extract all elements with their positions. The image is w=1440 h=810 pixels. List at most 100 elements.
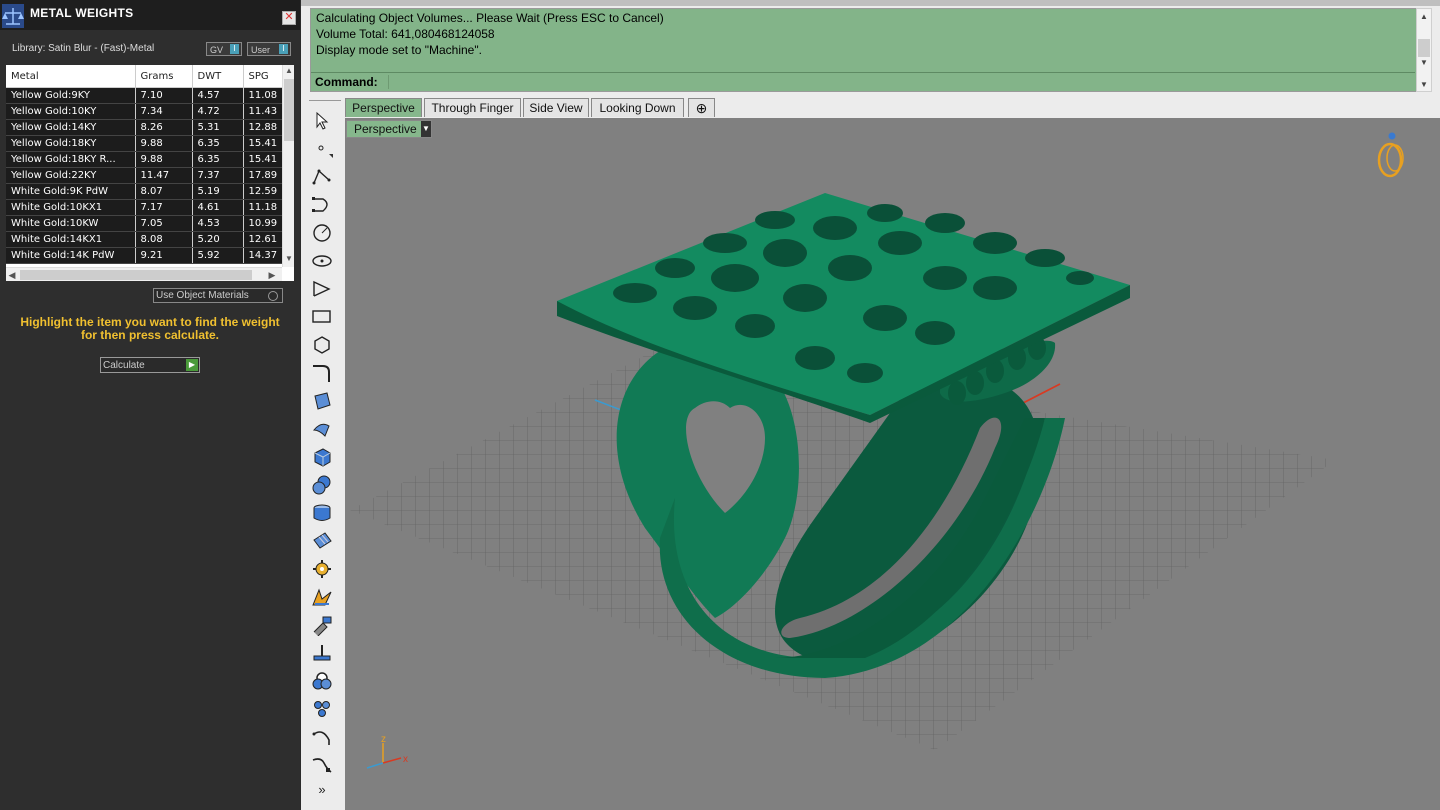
play-icon: ▶ xyxy=(186,359,198,371)
table-row[interactable]: White Gold:10KX1 7.17 4.61 11.18 xyxy=(6,199,283,216)
plus-icon[interactable]: ⊕ xyxy=(688,98,715,117)
scroll-up-icon[interactable]: ▲ xyxy=(283,65,294,77)
column-header-grams[interactable]: Grams xyxy=(135,65,193,88)
scroll-thumb[interactable] xyxy=(284,79,294,141)
cell-metal: Yellow Gold:18KY R... xyxy=(6,151,136,168)
table-row[interactable]: White Gold:14K PdW 9.21 5.92 14.37 xyxy=(6,247,283,264)
cell-grams: 7.05 xyxy=(135,215,193,232)
array-icon[interactable] xyxy=(311,698,333,720)
extrude-icon[interactable] xyxy=(311,418,333,440)
ellipse-icon[interactable] xyxy=(311,250,333,272)
column-header-metal[interactable]: Metal xyxy=(6,65,136,88)
polygon-icon[interactable] xyxy=(311,334,333,356)
modeling-app: Calculating Object Volumes... Please Wai… xyxy=(301,0,1440,810)
bend-icon[interactable] xyxy=(311,726,333,748)
table-row[interactable]: Yellow Gold:18KY 9.88 6.35 15.41 xyxy=(6,135,283,152)
ring-preview-icon[interactable] xyxy=(1377,132,1404,178)
panel-title: METAL WEIGHTS xyxy=(30,6,134,20)
more-tools-icon[interactable]: » xyxy=(311,782,333,804)
cell-grams: 9.88 xyxy=(135,135,193,152)
radio-icon[interactable] xyxy=(268,291,278,301)
box-icon[interactable] xyxy=(311,446,333,468)
scroll-left-icon[interactable]: ◀ xyxy=(6,268,18,281)
trim-icon[interactable] xyxy=(311,642,333,664)
balance-scale-icon xyxy=(2,4,24,28)
view-dropdown[interactable]: Perspective ▼ xyxy=(346,120,432,138)
use-object-materials-option[interactable]: Use Object Materials xyxy=(153,288,283,303)
separator xyxy=(309,100,341,103)
table-row[interactable]: Yellow Gold:18KY R... 9.88 6.35 15.41 xyxy=(6,151,283,168)
point-icon[interactable] xyxy=(311,138,333,160)
axis-z-label: z xyxy=(381,734,386,745)
tab-looking-down[interactable]: Looking Down xyxy=(591,98,684,117)
metal-weights-panel: METAL WEIGHTS ✕ Library: Satin Blur - (F… xyxy=(0,0,300,810)
table-horizontal-scrollbar[interactable]: ◀ ▶ xyxy=(6,267,282,281)
flow-icon[interactable] xyxy=(311,754,333,776)
cell-dwt: 5.31 xyxy=(192,119,244,136)
user-toggle-knob: I xyxy=(279,44,288,54)
arc-icon[interactable] xyxy=(311,278,333,300)
user-toggle[interactable]: User I xyxy=(247,42,291,56)
fillet-curve-icon[interactable] xyxy=(311,362,333,384)
command-label: Command: xyxy=(315,75,378,89)
tab-through-finger[interactable]: Through Finger xyxy=(424,98,521,117)
rectangle-icon[interactable] xyxy=(311,306,333,328)
table-row[interactable]: Yellow Gold:9KY 7.10 4.57 11.08 xyxy=(6,87,283,104)
scroll-thumb[interactable] xyxy=(1418,39,1430,57)
cell-spg: 10.99 xyxy=(243,215,283,232)
command-scrollbar[interactable]: ▲ ▼ ▼ xyxy=(1416,8,1432,92)
tab-perspective[interactable]: Perspective xyxy=(345,98,422,117)
circle-icon[interactable] xyxy=(311,222,333,244)
cell-dwt: 4.57 xyxy=(192,87,244,104)
cell-dwt: 6.35 xyxy=(192,151,244,168)
cell-dwt: 4.61 xyxy=(192,199,244,216)
cell-dwt: 5.20 xyxy=(192,231,244,248)
cell-metal: Yellow Gold:9KY xyxy=(6,87,136,104)
sphere-icon[interactable] xyxy=(311,474,333,496)
polyline-icon[interactable] xyxy=(311,166,333,188)
scroll-down-icon[interactable]: ▼ xyxy=(1417,57,1431,69)
table-row[interactable]: White Gold:10KW 7.05 4.53 10.99 xyxy=(6,215,283,232)
select-arrow-icon[interactable] xyxy=(311,110,333,132)
scroll-thumb[interactable] xyxy=(20,270,252,280)
column-header-dwt[interactable]: DWT xyxy=(192,65,244,88)
scroll-down-icon[interactable]: ▼ xyxy=(283,253,294,265)
cell-spg: 12.61 xyxy=(243,231,283,248)
tab-side-view[interactable]: Side View xyxy=(523,98,589,117)
group-icon[interactable] xyxy=(311,670,333,692)
cell-metal: Yellow Gold:22KY xyxy=(6,167,136,184)
chevron-down-icon[interactable]: ▼ xyxy=(421,121,431,137)
gv-toggle[interactable]: GV I xyxy=(206,42,242,56)
cell-metal: Yellow Gold:14KY xyxy=(6,119,136,136)
column-header-spg[interactable]: SPG xyxy=(243,65,283,88)
scroll-up-icon[interactable]: ▲ xyxy=(1417,11,1431,23)
boolean-icon[interactable] xyxy=(311,614,333,637)
mesh-icon[interactable] xyxy=(311,530,333,552)
cell-spg: 15.41 xyxy=(243,151,283,168)
table-row[interactable]: Yellow Gold:14KY 8.26 5.31 12.88 xyxy=(6,119,283,136)
hint-text: Highlight the item you want to find the … xyxy=(10,316,290,342)
cylinder-icon[interactable] xyxy=(311,502,333,524)
cell-dwt: 4.53 xyxy=(192,215,244,232)
perspective-viewport[interactable]: z x xyxy=(345,118,1440,810)
table-row[interactable]: Yellow Gold:10KY 7.34 4.72 11.43 xyxy=(6,103,283,120)
table-row[interactable]: White Gold:9K PdW 8.07 5.19 12.59 xyxy=(6,183,283,200)
scroll-right-icon[interactable]: ▶ xyxy=(266,268,278,281)
cell-dwt: 5.19 xyxy=(192,183,244,200)
cell-spg: 11.43 xyxy=(243,103,283,120)
curve-icon[interactable] xyxy=(311,194,333,216)
command-input[interactable] xyxy=(388,75,389,89)
surface-icon[interactable] xyxy=(311,390,333,412)
calculate-label: Calculate xyxy=(103,360,145,371)
cell-dwt: 7.37 xyxy=(192,167,244,184)
metal-table: Metal Grams DWT SPG Yellow Gold:9KY 7.10 4… xyxy=(6,65,283,264)
gear-icon[interactable] xyxy=(311,558,333,580)
calculate-button[interactable]: Calculate ▶ xyxy=(100,357,200,373)
table-row[interactable]: Yellow Gold:22KY 11.47 7.37 17.89 xyxy=(6,167,283,184)
scroll-bottom-icon[interactable]: ▼ xyxy=(1417,79,1431,91)
close-icon[interactable]: ✕ xyxy=(282,11,296,25)
command-prompt[interactable]: Command: xyxy=(311,72,1415,92)
explode-icon[interactable] xyxy=(311,586,333,608)
table-row[interactable]: White Gold:14KX1 8.08 5.20 12.61 xyxy=(6,231,283,248)
table-vertical-scrollbar[interactable]: ▲ ▼ xyxy=(282,65,294,267)
